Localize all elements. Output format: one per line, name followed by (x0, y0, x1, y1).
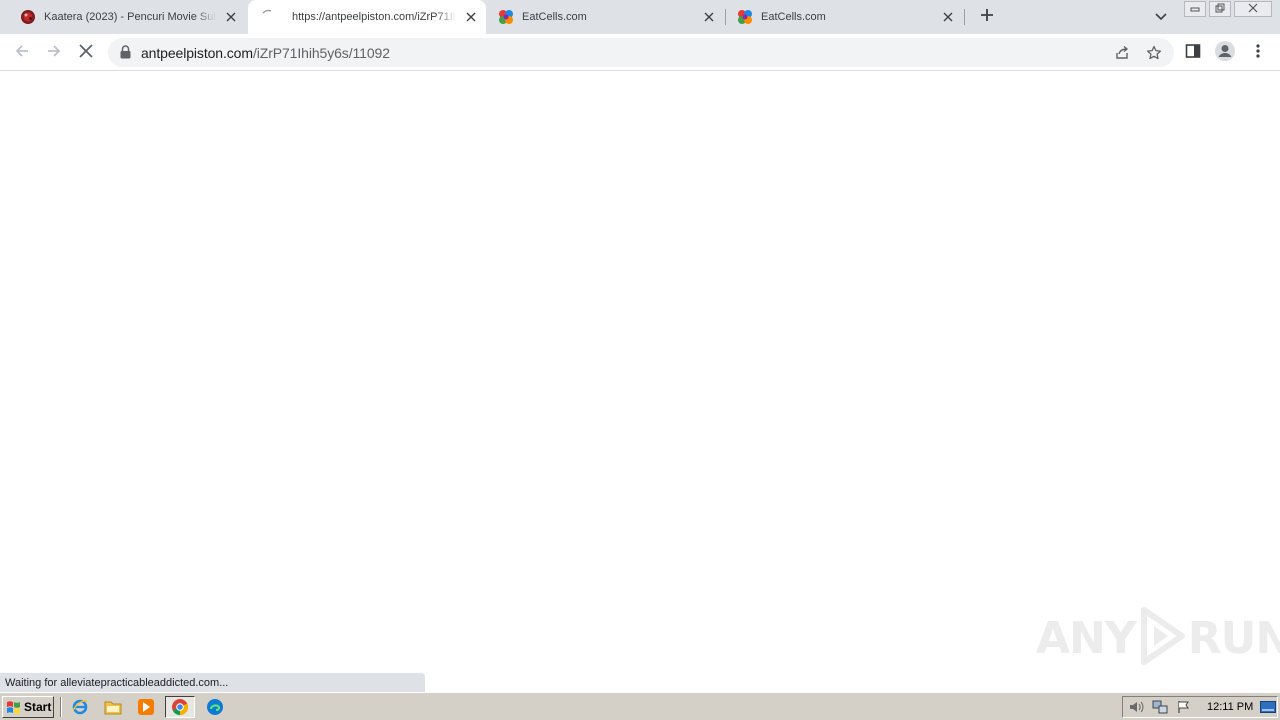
taskbar-separator (60, 697, 62, 717)
tab-title: EatCells.com (522, 11, 587, 23)
plus-icon (980, 8, 994, 27)
tab-eatcells-1[interactable]: EatCells.com (486, 0, 724, 34)
new-tab-button[interactable] (975, 5, 999, 29)
watermark-right: RUN (1187, 612, 1280, 664)
tab-title: https://antpeelpiston.com/iZrP71Ihih5y6s… (292, 11, 456, 23)
anyrun-watermark: ANY RUN (1036, 606, 1280, 670)
system-tray: 12:11 PM (1122, 696, 1278, 718)
close-icon[interactable] (462, 8, 480, 26)
internet-explorer-icon[interactable] (68, 696, 92, 718)
close-icon (1248, 0, 1258, 18)
forward-button[interactable] (41, 40, 67, 66)
avatar-icon (1214, 40, 1236, 67)
bookmark-star-icon[interactable] (1144, 43, 1164, 63)
clock[interactable]: 12:11 PM (1207, 701, 1253, 713)
loading-spinner-icon (260, 9, 276, 25)
start-button[interactable]: Start (2, 696, 54, 718)
side-panel-button[interactable] (1181, 41, 1205, 65)
profile-button[interactable] (1213, 40, 1237, 67)
minimize-icon (1190, 0, 1200, 18)
chrome-icon[interactable] (165, 696, 195, 718)
windows-logo-icon (6, 700, 22, 714)
tab-search-button[interactable] (1150, 5, 1172, 29)
tab-strip: Kaatera (2023) - Pencuri Movie Subtitle … (0, 0, 1280, 34)
volume-icon[interactable] (1127, 699, 1145, 715)
arrow-right-icon (46, 43, 62, 64)
close-icon[interactable] (700, 8, 718, 26)
start-label: Start (24, 700, 52, 714)
chevron-down-icon (1155, 8, 1167, 26)
menu-button[interactable] (1246, 41, 1270, 65)
tab-title: Kaatera (2023) - Pencuri Movie Subtitle (44, 11, 216, 23)
close-icon[interactable] (939, 8, 957, 26)
media-player-icon[interactable] (134, 696, 158, 718)
kebab-menu-icon (1256, 43, 1260, 64)
watermark-left: ANY (1036, 612, 1137, 664)
tab-kaatera[interactable]: Kaatera (2023) - Pencuri Movie Subtitle (8, 0, 246, 34)
eatcells-icon (737, 9, 753, 25)
address-bar[interactable]: antpeelpiston.com/iZrP71Ihih5y6s/11092 (108, 38, 1174, 67)
movie-site-icon (20, 9, 36, 25)
side-panel-icon (1185, 43, 1201, 64)
back-button[interactable] (9, 40, 35, 66)
edge-icon[interactable] (203, 696, 227, 718)
tab-title: EatCells.com (761, 11, 826, 23)
tab-separator (964, 9, 965, 25)
action-center-flag-icon[interactable] (1175, 699, 1193, 715)
tab-antpeelpiston[interactable]: https://antpeelpiston.com/iZrP71Ihih5y6s… (248, 0, 486, 34)
file-explorer-icon[interactable] (101, 696, 125, 718)
arrow-left-icon (14, 43, 30, 64)
browser-toolbar: antpeelpiston.com/iZrP71Ihih5y6s/11092 (0, 34, 1280, 71)
share-icon[interactable] (1112, 43, 1132, 63)
play-icon (1138, 606, 1186, 671)
eatcells-icon (498, 9, 514, 25)
minimize-button[interactable] (1184, 1, 1206, 17)
restore-button[interactable] (1209, 1, 1231, 17)
close-icon (79, 43, 93, 63)
url-path: /iZrP71Ihih5y6s/11092 (252, 45, 390, 61)
close-icon[interactable] (222, 8, 240, 26)
status-bubble: Waiting for alleviatepracticableaddicted… (0, 673, 425, 692)
taskbar: Start 12:11 PM (0, 692, 1280, 720)
close-window-button[interactable] (1234, 1, 1272, 17)
tab-eatcells-2[interactable]: EatCells.com (725, 0, 963, 34)
restore-icon (1215, 0, 1225, 18)
url-domain: antpeelpiston.com (141, 45, 253, 61)
page-content (0, 72, 1280, 692)
network-icon[interactable] (1151, 699, 1169, 715)
url-text[interactable]: antpeelpiston.com/iZrP71Ihih5y6s/11092 (141, 45, 390, 61)
show-desktop-icon[interactable] (1259, 699, 1277, 715)
stop-loading-button[interactable] (73, 40, 99, 66)
lock-icon[interactable] (120, 45, 134, 60)
